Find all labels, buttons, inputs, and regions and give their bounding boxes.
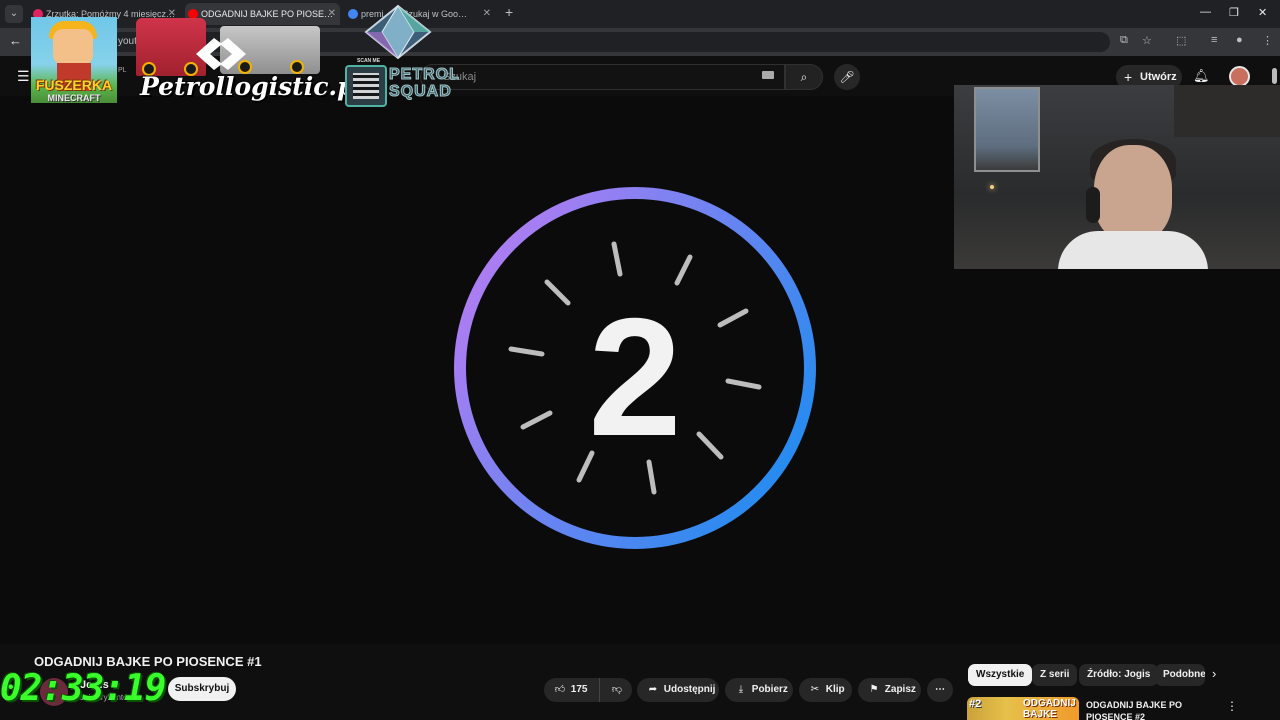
bookmark-icon: ⚑ — [869, 684, 879, 695]
save-button[interactable]: ⚑ Zapisz — [858, 678, 921, 702]
page-scrollbar[interactable] — [1272, 68, 1277, 84]
petrollogistic-logo: Petrollogistic.pl — [128, 12, 364, 112]
hamburger-menu-icon[interactable]: ☰ — [17, 68, 30, 85]
notifications-bell-icon[interactable]: 🔔︎ — [1193, 68, 1210, 84]
country-code: PL — [118, 67, 127, 74]
fuszerka-title: FUSZERKA — [35, 77, 113, 93]
restore-icon[interactable]: ❐ — [1229, 6, 1239, 19]
episode-badge: #2 — [969, 698, 982, 710]
share-button[interactable]: ➦ Udostępnij — [637, 678, 719, 702]
clip-button[interactable]: ✂ Klip — [799, 678, 852, 702]
share-arrow-icon: ➦ — [648, 684, 658, 695]
fuszerka-minecraft-logo: FUSZERKA MINECRAFT — [31, 17, 117, 103]
webcam-overlay — [954, 85, 1280, 269]
reading-list-icon[interactable]: ≡ — [1211, 34, 1217, 46]
google-favicon-icon — [348, 9, 358, 19]
profile-icon[interactable]: ● — [1236, 34, 1243, 46]
close-tab-icon[interactable]: ✕ — [328, 3, 336, 25]
more-actions-button[interactable]: ⋯ — [927, 678, 953, 702]
thumbs-down-icon: 👎︎ — [611, 684, 623, 695]
tab-search-icon[interactable]: ⌄ — [5, 5, 23, 23]
recommendation-thumbnail[interactable]: #2 ODGADNIJ BAJKE — [967, 697, 1079, 720]
like-button[interactable]: 👍︎ 175 — [544, 678, 600, 702]
stream-timer: 02:33:19 — [0, 668, 166, 709]
download-icon: ⤓ — [738, 684, 744, 695]
microphone-icon: 🎤︎ — [839, 70, 855, 84]
search-icon: ⌕ — [800, 70, 808, 84]
search-input[interactable]: Szukaj — [420, 64, 785, 90]
keyboard-icon[interactable] — [762, 71, 774, 79]
voice-search-button[interactable]: 🎤︎ — [834, 64, 860, 90]
subscribe-button[interactable]: Subskrybuj — [168, 677, 236, 701]
thumbnail-caption: ODGADNIJ BAJKE — [1023, 698, 1076, 720]
back-arrow-icon[interactable]: ← — [9, 33, 22, 48]
qr-code-icon — [345, 65, 387, 107]
petrol-line: PETROL — [389, 66, 460, 84]
character-face — [53, 29, 93, 65]
chip-from-series[interactable]: Z serii — [1032, 664, 1078, 686]
petrol-squad-text: PETROL SQUAD — [389, 66, 460, 101]
headset-icon — [1086, 187, 1100, 223]
chevron-right-icon[interactable]: › — [1212, 666, 1216, 681]
install-app-icon[interactable]: ⧉ — [1120, 34, 1128, 47]
browser-menu-icon[interactable]: ⋮ — [1262, 34, 1273, 47]
webcam-person-shirt — [1058, 231, 1208, 269]
chip-related[interactable]: Podobne — [1155, 664, 1205, 686]
chip-source-jogis[interactable]: Źródło: Jogis — [1079, 664, 1159, 686]
create-label: Utwórz — [1140, 71, 1177, 83]
scissors-icon: ✂ — [810, 684, 820, 695]
close-window-icon[interactable]: ✕ — [1258, 6, 1267, 19]
bookmark-star-icon[interactable]: ☆ — [1142, 34, 1152, 47]
countdown-number: 2 — [588, 283, 681, 471]
recommendation-title[interactable]: ODGADNIJ BAJKE PO PIOSENCE #2 — [1086, 699, 1216, 720]
video-title: ODGADNIJ BAJKE PO PIOSENCE #1 — [34, 654, 262, 669]
new-tab-button[interactable]: + — [505, 4, 513, 20]
close-tab-icon[interactable]: ✕ — [483, 3, 491, 25]
webcam-person-face — [1094, 145, 1172, 241]
crystal-gem-icon — [364, 4, 432, 60]
code-brackets-icon — [196, 38, 246, 70]
download-label: Pobierz — [751, 684, 788, 695]
clip-label: Klip — [825, 684, 845, 695]
petrol-squad-badge: SCAN ME PETROL SQUAD — [345, 58, 459, 109]
recommendation-menu-icon[interactable]: ⋮ — [1226, 699, 1238, 713]
share-label: Udostępnij — [663, 684, 716, 695]
like-count: 175 — [570, 684, 588, 695]
dislike-button[interactable]: 👎︎ — [602, 678, 632, 702]
screen: ⌄ Zrzutka: Pomóżmy 4 miesięcz… ✕ ODGADNI… — [0, 0, 1280, 720]
webcam-light — [990, 185, 994, 189]
webcam-window — [974, 87, 1040, 172]
account-avatar[interactable] — [1229, 66, 1250, 87]
chip-all[interactable]: Wszystkie — [968, 664, 1033, 686]
petrollogistic-text: Petrollogistic.pl — [140, 72, 365, 101]
search-button[interactable]: ⌕ — [785, 64, 823, 90]
like-dislike-group: 👍︎ 175 👎︎ — [544, 678, 632, 702]
thumbs-up-icon: 👍︎ — [554, 684, 566, 695]
save-label: Zapisz — [884, 684, 916, 695]
countdown-graphic: 2 — [454, 187, 816, 549]
download-button[interactable]: ⤓ Pobierz — [725, 678, 793, 702]
minimize-icon[interactable]: — — [1200, 6, 1211, 18]
extensions-icon[interactable]: ⬚ — [1176, 34, 1186, 47]
squad-line: SQUAD — [389, 83, 452, 101]
webcam-shelf — [1174, 85, 1280, 137]
fuszerka-subtitle: MINECRAFT — [47, 93, 101, 103]
